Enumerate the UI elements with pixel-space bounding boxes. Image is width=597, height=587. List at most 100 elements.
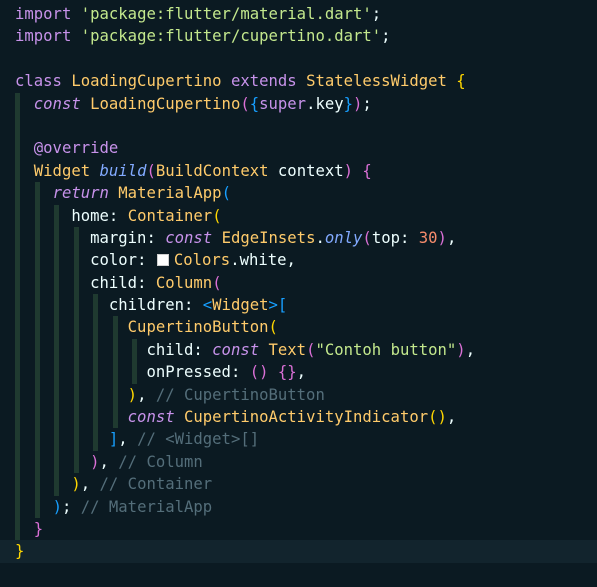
code-line[interactable]: home: Container( xyxy=(0,204,597,227)
code-comment: // CupertinoButton xyxy=(155,385,325,404)
code-token: ; xyxy=(371,5,382,23)
code-token: margin xyxy=(90,228,147,247)
indent-guide xyxy=(15,204,20,227)
code-line[interactable]: ), // CupertinoButton xyxy=(0,383,597,407)
code-line[interactable]: onPressed: () {}, xyxy=(0,361,597,384)
code-line[interactable]: ), // Container xyxy=(0,473,597,496)
indent-guide xyxy=(34,338,40,362)
indent-guide xyxy=(93,406,98,429)
code-token: ( xyxy=(240,94,250,113)
indent-guide xyxy=(73,338,79,362)
code-token: import xyxy=(15,5,72,23)
indent-guide xyxy=(93,338,98,362)
code-line[interactable]: CupertinoButton( xyxy=(0,316,597,339)
code-line[interactable]: ); // MaterialApp xyxy=(0,495,597,518)
code-line[interactable]: return MaterialApp( xyxy=(0,182,597,205)
code-lines[interactable]: import 'package:flutter/material.dart'; i… xyxy=(0,3,597,563)
indent-guide xyxy=(34,182,40,205)
indent-guide xyxy=(112,406,118,429)
indent-guide xyxy=(15,294,20,317)
code-comment: // Column xyxy=(118,452,203,471)
indent-guide xyxy=(15,114,20,138)
code-token: extends xyxy=(230,72,297,91)
code-token: : xyxy=(184,296,203,315)
code-line[interactable]: margin: const EdgeInsets.only(top: 30), xyxy=(0,226,597,250)
code-token: CupertinoActivityIndicator xyxy=(184,408,429,427)
code-token: import xyxy=(15,27,72,46)
code-line[interactable]: color: Colors.white, xyxy=(0,249,597,272)
indent-guide xyxy=(93,316,98,339)
code-comment: // Container xyxy=(99,475,213,494)
code-line[interactable]: } xyxy=(0,517,597,541)
code-token: ; xyxy=(362,94,372,113)
indent-guide xyxy=(54,383,59,407)
indent-guide xyxy=(15,137,20,160)
code-line[interactable]: @override xyxy=(0,137,597,160)
code-token: } xyxy=(15,542,25,561)
code-token: {} xyxy=(277,363,297,382)
code-token: ) xyxy=(353,94,363,113)
code-token: } xyxy=(33,519,44,538)
code-token: ( xyxy=(221,184,231,203)
indent-guide xyxy=(54,473,59,496)
code-token: { xyxy=(362,161,372,180)
code-line[interactable]: ], // <Widget>[] xyxy=(0,428,597,451)
code-line[interactable]: class LoadingCupertino extends Stateless… xyxy=(0,70,597,92)
code-token: . xyxy=(315,228,325,247)
code-token: ( xyxy=(212,206,222,225)
indent-guide xyxy=(54,361,59,384)
code-token: return xyxy=(52,184,109,203)
indent-guide xyxy=(54,406,59,429)
code-token: , xyxy=(137,385,156,404)
code-token: onPressed xyxy=(146,363,231,382)
indent-guide xyxy=(15,428,20,451)
indent-guide xyxy=(73,294,79,317)
code-token: ( xyxy=(428,408,438,427)
indent-guide xyxy=(112,316,118,339)
code-line[interactable]: ), // Column xyxy=(0,450,597,474)
code-token: ) xyxy=(127,385,138,404)
code-line[interactable]: const LoadingCupertino({super.key}); xyxy=(0,92,597,115)
code-line[interactable]: child: const Text("Contoh button"), xyxy=(0,338,597,362)
code-token: ) xyxy=(456,340,466,359)
code-line[interactable] xyxy=(0,114,597,138)
code-token: Colors xyxy=(173,251,231,270)
indent-guide xyxy=(54,428,59,451)
code-line[interactable]: child: Column( xyxy=(0,271,597,295)
code-line[interactable] xyxy=(0,48,597,70)
code-token: . xyxy=(230,251,240,270)
code-editor[interactable]: import 'package:flutter/material.dart'; i… xyxy=(0,0,597,587)
code-token: : xyxy=(193,340,213,359)
indent-guide xyxy=(34,226,40,250)
color-swatch-icon[interactable] xyxy=(156,254,169,267)
code-token: context xyxy=(277,161,344,180)
code-token: key xyxy=(315,94,344,113)
code-line[interactable]: const CupertinoActivityIndicator(), xyxy=(0,406,597,429)
indent-guide xyxy=(15,226,20,250)
code-token: : xyxy=(137,251,156,270)
indent-guide xyxy=(34,428,40,451)
code-token: ( xyxy=(268,318,278,337)
code-line[interactable]: } xyxy=(0,540,597,563)
code-line[interactable]: import 'package:flutter/cupertino.dart'; xyxy=(0,25,597,47)
code-line[interactable]: Widget build(BuildContext context) { xyxy=(0,159,597,183)
code-token: @override xyxy=(33,139,119,158)
indent-guide xyxy=(34,204,40,227)
code-line[interactable]: import 'package:flutter/material.dart'; xyxy=(0,3,597,25)
code-token: } xyxy=(343,94,354,113)
code-token: , xyxy=(99,452,119,471)
code-token: ( xyxy=(212,273,222,292)
indent-guide xyxy=(54,226,59,250)
indent-guide xyxy=(73,450,79,474)
code-line[interactable]: children: <Widget>[ xyxy=(0,294,597,317)
indent-guide xyxy=(15,316,20,339)
